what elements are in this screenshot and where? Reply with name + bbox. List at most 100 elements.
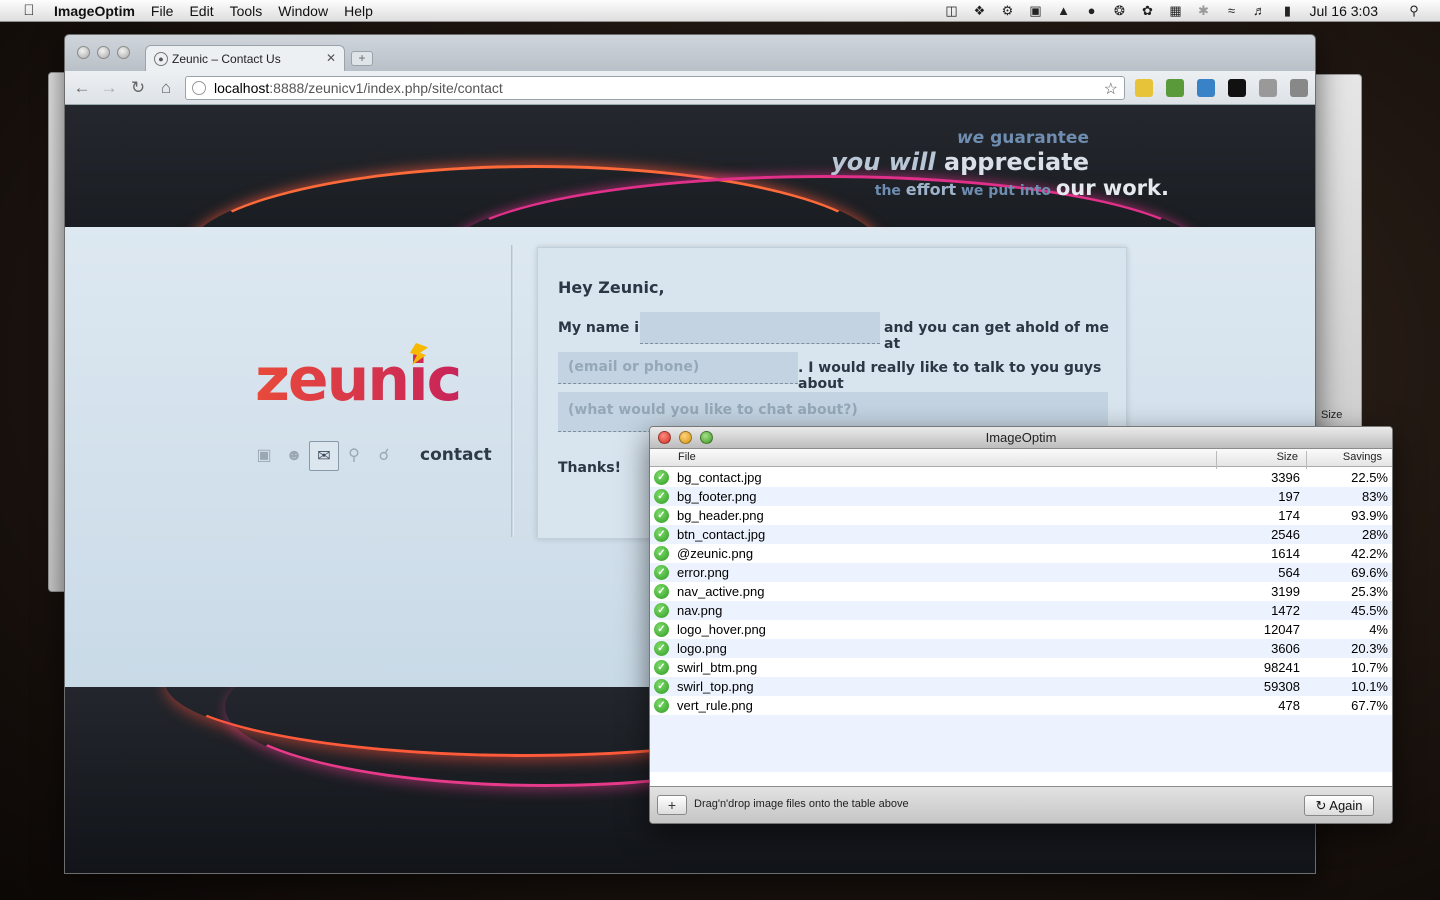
- table-row[interactable]: ✓ nav_active.png 3199 25.3%: [650, 582, 1392, 601]
- table-row[interactable]: ✓ nav.png 1472 45.5%: [650, 601, 1392, 620]
- table-row[interactable]: ✓ @zeunic.png 1614 42.2%: [650, 544, 1392, 563]
- io-close-button[interactable]: [658, 431, 671, 444]
- close-window-button[interactable]: [77, 46, 90, 59]
- briefcase-icon[interactable]: ▣: [249, 441, 279, 471]
- status-dropbox-icon[interactable]: ❖: [972, 4, 988, 18]
- status-monitor-icon[interactable]: ▣: [1028, 4, 1044, 18]
- tagline-appreciate: appreciate: [943, 147, 1089, 176]
- reload-icon[interactable]: ↻: [129, 79, 147, 97]
- volume-icon[interactable]: ♬: [1252, 4, 1268, 18]
- status-vlc-icon[interactable]: ▲: [1056, 4, 1072, 18]
- extension-evernote-icon[interactable]: [1166, 79, 1184, 97]
- table-row[interactable]: ✓ bg_contact.jpg 3396 22.5%: [650, 468, 1392, 487]
- file-savings: 10.7%: [1351, 660, 1388, 675]
- spotlight-search-icon[interactable]: ⚲: [1406, 4, 1422, 18]
- extension-clip-icon[interactable]: [1135, 79, 1153, 97]
- people-icon[interactable]: ☻: [279, 441, 309, 471]
- tagline-effort: effort: [905, 180, 957, 200]
- tab-close-icon[interactable]: ✕: [326, 51, 336, 65]
- extension-screen-icon[interactable]: [1197, 79, 1215, 97]
- form-my-name-is: My name is: [558, 320, 648, 336]
- menubar-clock[interactable]: Jul 16 3:03: [1310, 3, 1379, 19]
- empty-row: [650, 753, 1392, 772]
- address-bar[interactable]: localhost:8888/zeunicv1/index.php/site/c…: [185, 76, 1125, 100]
- name-field[interactable]: [640, 312, 880, 344]
- status-windows-icon[interactable]: ◫: [944, 4, 960, 18]
- apple-menu-icon[interactable]: : [16, 2, 42, 19]
- key-icon[interactable]: ⚲: [339, 441, 369, 471]
- site-header: we guarantee you will appreciate the eff…: [65, 105, 1315, 227]
- menu-help[interactable]: Help: [344, 3, 373, 19]
- file-name: @zeunic.png: [677, 546, 754, 561]
- zoom-window-button[interactable]: [117, 46, 130, 59]
- zeunic-logo[interactable]: zeunic: [255, 345, 462, 415]
- tagline-we-put-into: we put into: [961, 183, 1051, 200]
- check-icon: ✓: [654, 565, 669, 580]
- column-size[interactable]: Size: [1277, 451, 1298, 463]
- url-path: :8888/zeunicv1/index.php/site/contact: [269, 80, 503, 96]
- file-name: swirl_btm.png: [677, 660, 758, 675]
- menu-edit[interactable]: Edit: [189, 3, 213, 19]
- file-name: btn_contact.jpg: [677, 527, 766, 542]
- back-arrow-icon[interactable]: ←: [73, 79, 91, 97]
- check-icon: ✓: [654, 527, 669, 542]
- table-row[interactable]: ✓ bg_footer.png 197 83%: [650, 487, 1392, 506]
- wrench-icon[interactable]: [1290, 79, 1308, 97]
- status-menu-icon[interactable]: ▦: [1168, 4, 1184, 18]
- imageoptim-titlebar: ImageOptim: [650, 427, 1392, 449]
- add-files-button[interactable]: +: [657, 795, 687, 815]
- extension-black-icon[interactable]: [1228, 79, 1246, 97]
- file-table[interactable]: ✓ bg_contact.jpg 3396 22.5% ✓ bg_footer.png 1…: [650, 468, 1392, 786]
- tab-contact-us[interactable]: ● Zeunic – Contact Us ✕: [145, 45, 345, 71]
- search-icon[interactable]: ☌: [369, 441, 399, 471]
- minimize-window-button[interactable]: [97, 46, 110, 59]
- table-row[interactable]: ✓ error.png 564 69.6%: [650, 563, 1392, 582]
- wifi-icon[interactable]: ≈: [1224, 4, 1240, 18]
- file-size: 3199: [1271, 584, 1300, 599]
- file-name: bg_contact.jpg: [677, 470, 762, 485]
- column-savings[interactable]: Savings: [1343, 451, 1382, 463]
- extension-bug-icon[interactable]: [1259, 79, 1277, 97]
- table-row[interactable]: ✓ logo_hover.png 12047 4%: [650, 620, 1392, 639]
- forward-arrow-icon[interactable]: →: [100, 79, 118, 97]
- table-row[interactable]: ✓ swirl_top.png 59308 10.1%: [650, 677, 1392, 696]
- file-savings: 69.6%: [1351, 565, 1388, 580]
- menu-app-name[interactable]: ImageOptim: [54, 3, 135, 19]
- globe-icon: ●: [154, 51, 168, 66]
- status-aperture-icon[interactable]: ❂: [1112, 4, 1128, 18]
- bluetooth-icon[interactable]: ✱: [1196, 4, 1212, 18]
- file-name: bg_header.png: [677, 508, 764, 523]
- bookmark-star-icon[interactable]: ☆: [1104, 79, 1118, 99]
- nav-active-label: contact: [420, 445, 492, 465]
- file-name: nav.png: [677, 603, 723, 618]
- home-icon[interactable]: ⌂: [157, 79, 175, 97]
- file-savings: 20.3%: [1351, 641, 1388, 656]
- menu-file[interactable]: File: [151, 3, 174, 19]
- table-row[interactable]: ✓ bg_header.png 174 93.9%: [650, 506, 1392, 525]
- imageoptim-bottom-bar: + Drag'n'drop image files onto the table…: [650, 786, 1392, 823]
- status-sync-icon[interactable]: ⚙: [1000, 4, 1016, 18]
- table-row[interactable]: ✓ vert_rule.png 478 67.7%: [650, 696, 1392, 715]
- table-row[interactable]: ✓ btn_contact.jpg 2546 28%: [650, 525, 1392, 544]
- file-size: 98241: [1263, 660, 1300, 675]
- again-button[interactable]: ↻ Again: [1304, 795, 1374, 816]
- file-size: 2546: [1271, 527, 1300, 542]
- table-row[interactable]: ✓ logo.png 3606 20.3%: [650, 639, 1392, 658]
- file-name: error.png: [677, 565, 730, 580]
- io-minimize-button[interactable]: [679, 431, 692, 444]
- menu-tools[interactable]: Tools: [230, 3, 263, 19]
- column-divider: [1216, 451, 1217, 469]
- status-hat-icon[interactable]: ●: [1084, 4, 1100, 18]
- new-tab-button[interactable]: +: [351, 51, 373, 66]
- table-row[interactable]: ✓ swirl_btm.png 98241 10.7%: [650, 658, 1392, 677]
- io-zoom-button[interactable]: [700, 431, 713, 444]
- tagline-you-will: you will: [831, 147, 936, 176]
- status-evernote-icon[interactable]: ✿: [1140, 4, 1156, 18]
- file-size: 1614: [1271, 546, 1300, 561]
- envelope-icon[interactable]: ✉: [309, 441, 339, 471]
- contact-field[interactable]: (email or phone): [558, 352, 798, 384]
- table-header: File Size Savings: [650, 449, 1392, 469]
- menu-window[interactable]: Window: [278, 3, 328, 19]
- column-file[interactable]: File: [678, 451, 696, 463]
- battery-icon[interactable]: ▮: [1280, 4, 1296, 18]
